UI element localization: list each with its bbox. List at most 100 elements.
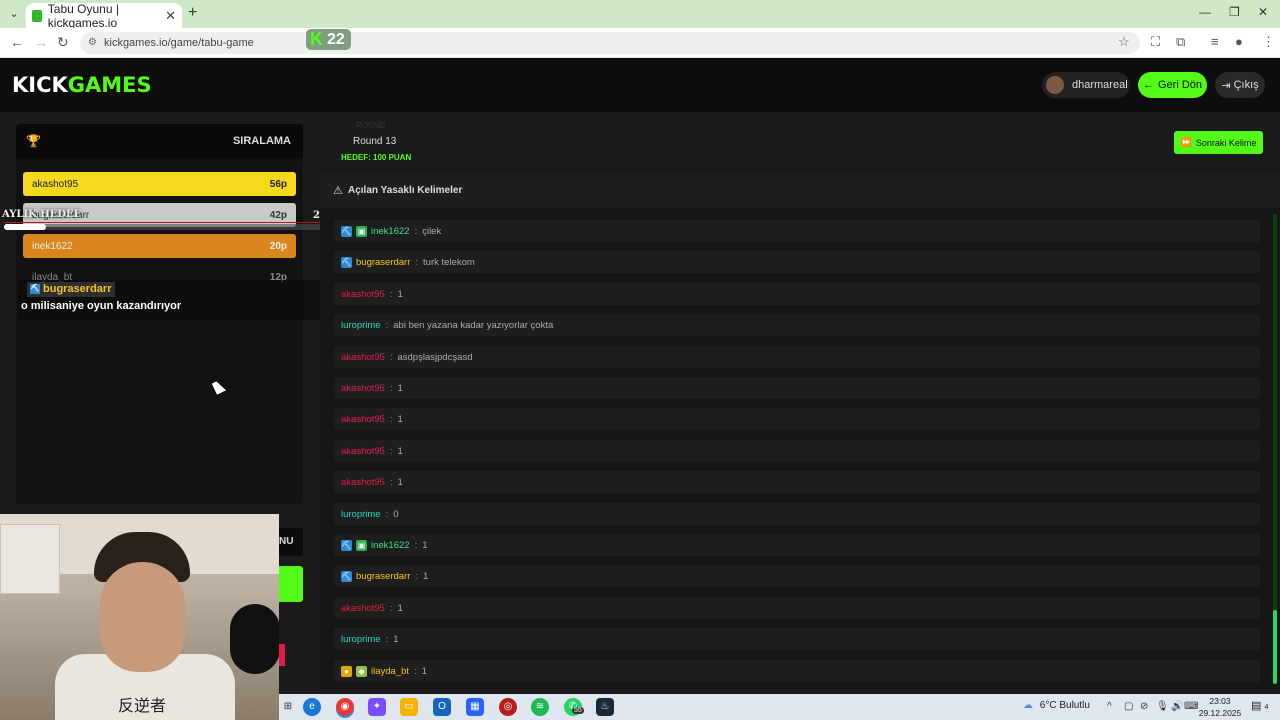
back-button[interactable]: ← Geri Dön xyxy=(1138,72,1207,98)
url-text: kickgames.io/game/tabu-game xyxy=(104,37,254,49)
next-word-label: Sonraki Kelime xyxy=(1195,137,1257,148)
chat-username: inek1622 xyxy=(371,225,410,237)
chat-text: abi ben yazana kadar yazıyorlar çokta xyxy=(393,319,554,331)
minimize-icon[interactable]: — xyxy=(1199,5,1211,19)
outlook-icon[interactable]: O xyxy=(433,698,451,716)
chat-separator: : xyxy=(389,476,393,488)
leaderboard-row: akashot95 56p xyxy=(23,172,296,196)
webcam-face xyxy=(100,562,185,672)
media-icon[interactable]: ≡ xyxy=(1211,34,1219,49)
tab-title: Tabu Oyunu | kickgames.io xyxy=(47,1,119,30)
back-label: Geri Dön xyxy=(1157,79,1203,91)
kick-favicon-icon xyxy=(32,9,42,22)
logout-icon: ⇥ xyxy=(1221,79,1231,92)
chat-separator: : xyxy=(385,319,389,331)
chat-username: akashot95 xyxy=(341,413,385,425)
chat-message-row: ⛏ bugraserdarr:1 xyxy=(334,565,1260,587)
chat-text: 1 xyxy=(423,570,429,582)
tray-app-icon[interactable]: ▢ xyxy=(1124,701,1133,712)
back-arrow-icon[interactable]: ← xyxy=(10,34,24,50)
chat-text: turk telekom xyxy=(423,256,475,268)
pickaxe-badge-icon: ⛏ xyxy=(341,539,352,551)
hidden-green-button[interactable] xyxy=(279,566,303,602)
tray-chevron-icon[interactable]: ^ xyxy=(1107,701,1112,712)
chat-message-row: akashot95:1 xyxy=(334,408,1260,430)
player-name: inek1622 xyxy=(32,240,73,252)
pickaxe-badge-icon: ⛏ xyxy=(30,284,40,294)
hidden-panel-title: NU xyxy=(279,528,303,556)
screenshot-icon[interactable]: ⛶ xyxy=(1151,34,1160,50)
weather-widget[interactable]: ☁ 6°C Bulutlu xyxy=(1023,700,1090,711)
kickgames-logo[interactable]: KICKGAMES xyxy=(12,73,152,97)
round-info: ROUND Round 13 HEDEF: 100 PUAN xyxy=(320,121,570,168)
chat-separator: : xyxy=(414,539,418,551)
restore-icon[interactable]: ❐ xyxy=(1229,5,1240,19)
steam-icon[interactable]: ♨ xyxy=(596,698,614,716)
username: dharmareal xyxy=(1072,79,1128,91)
chat-message-row: akashot95:1 xyxy=(334,471,1260,493)
forward-arrow-icon[interactable]: → xyxy=(34,34,48,50)
profile-icon[interactable]: ● xyxy=(1235,34,1243,49)
kick-logo-icon: K xyxy=(310,29,323,49)
hidden-red-button[interactable] xyxy=(279,644,285,666)
chat-username: inek1622 xyxy=(371,539,410,551)
file-explorer-icon[interactable]: ▭ xyxy=(400,698,418,716)
url-field[interactable]: ⚙ kickgames.io/game/tabu-game xyxy=(80,32,1140,54)
gift-badge-icon: ▣ xyxy=(356,539,367,551)
chat-separator: : xyxy=(389,382,393,394)
next-word-button[interactable]: ⏩ Sonraki Kelime xyxy=(1174,131,1263,154)
user-profile-pill[interactable]: dharmareal xyxy=(1042,72,1130,98)
scrollbar-thumb[interactable] xyxy=(1273,610,1277,684)
chat-text: 1 xyxy=(421,665,427,677)
tray-microphone-icon[interactable]: 🎙 xyxy=(1156,701,1169,712)
chat-text: 0 xyxy=(393,508,399,520)
avatar xyxy=(1046,76,1064,94)
tray-mic-off-icon[interactable]: ⊘ xyxy=(1140,701,1148,712)
bookmark-star-icon[interactable]: ☆ xyxy=(1118,34,1130,50)
notification-center[interactable]: ▤ 4 xyxy=(1251,699,1268,712)
chat-separator: : xyxy=(385,508,389,520)
webcam-microphone xyxy=(230,604,279,674)
target-points: HEDEF: 100 PUAN xyxy=(341,153,412,162)
chat-message-row: luroprime:0 xyxy=(334,503,1260,525)
diamond-badge-icon: ◆ xyxy=(356,665,367,677)
chat-message-row: ⛏ ▣ inek1622: çilek xyxy=(334,220,1260,242)
store-icon[interactable]: ▦ xyxy=(466,698,484,716)
site-info-icon[interactable]: ⚙ xyxy=(88,32,97,54)
chat-separator: : xyxy=(415,256,419,268)
chat-username: akashot95 xyxy=(341,351,385,363)
trophy-icon: 🏆 xyxy=(26,134,41,148)
pickaxe-badge-icon: ⛏ xyxy=(341,570,352,582)
webcam-shirt-text: 反逆者 xyxy=(118,696,167,715)
pickaxe-badge-icon: ⛏ xyxy=(341,225,352,237)
reload-icon[interactable]: ↻ xyxy=(57,34,69,51)
chat-username: luroprime xyxy=(341,508,381,520)
close-tab-icon[interactable]: ✕ xyxy=(165,8,176,24)
tray-speaker-icon[interactable]: 🔊 xyxy=(1171,701,1183,712)
chat-text: 1 xyxy=(422,539,428,551)
obs-icon[interactable]: ◎ xyxy=(499,698,517,716)
logout-button[interactable]: ⇥ Çıkış xyxy=(1215,72,1265,98)
tab-search-icon[interactable]: ⌄ xyxy=(6,6,22,22)
progress-fill xyxy=(4,224,46,230)
chat-overlay-username: bugraserdarr xyxy=(43,283,112,295)
browser-tab[interactable]: Tabu Oyunu | kickgames.io ✕ xyxy=(26,1,182,30)
logo-games: GAMES xyxy=(67,73,152,97)
gift-badge-icon: ▣ xyxy=(356,225,367,237)
spotify-icon[interactable]: ≋ xyxy=(531,698,549,716)
chat-message-row: ⛏ ▣ inek1622:1 xyxy=(334,534,1260,556)
menu-dots-icon[interactable]: ⋮ xyxy=(1262,34,1275,50)
system-clock[interactable]: 23:03 29.12.2025 xyxy=(1196,695,1244,719)
chat-message-row: ● ◆ ilayda_bt:1 xyxy=(334,660,1260,682)
start-icon[interactable]: ⊞ xyxy=(279,698,297,716)
chrome-icon[interactable]: ◉ xyxy=(336,698,354,716)
kick-extension-badge[interactable]: K 22 xyxy=(306,29,351,50)
address-bar-row: ← → ↻ ⚙ kickgames.io/game/tabu-game xyxy=(0,28,1280,58)
chat-username: luroprime xyxy=(341,319,381,331)
copilot-icon[interactable]: ✦ xyxy=(368,698,386,716)
new-tab-icon[interactable]: + xyxy=(188,4,197,22)
close-window-icon[interactable]: ✕ xyxy=(1258,5,1268,19)
chat-message-row: akashot95:1 xyxy=(334,377,1260,399)
extensions-icon[interactable]: ⧉ xyxy=(1176,34,1185,50)
edge-icon[interactable]: e xyxy=(303,698,321,716)
